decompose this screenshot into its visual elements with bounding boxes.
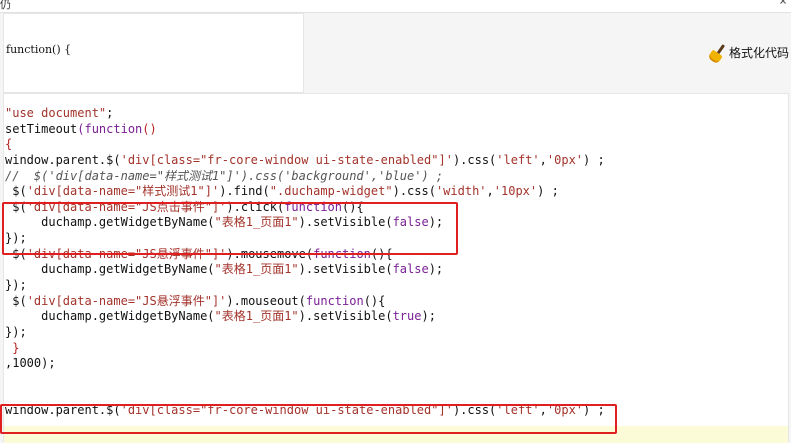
code-token: duchamp.getWidgetByName( <box>5 262 215 277</box>
code-token: ).css( <box>392 184 436 199</box>
window-title: 仍 <box>0 0 11 11</box>
code-token: ).css( <box>452 152 497 167</box>
code-token: duchamp.getWidgetByName( <box>5 309 215 324</box>
close-icon[interactable]: × <box>779 0 787 9</box>
code-token: $( <box>5 184 27 199</box>
code-line[interactable]: duchamp.getWidgetByName("表格1_页面1").setVi… <box>5 262 605 278</box>
code-line[interactable] <box>5 388 605 404</box>
code-line[interactable]: // $('div[data-name="样式测试1"]').css('back… <box>5 169 605 185</box>
code-line[interactable]: "use document"; <box>5 106 605 122</box>
broom-icon <box>707 43 726 65</box>
code-token: ".duchamp-widget" <box>269 184 393 199</box>
code-token: ); <box>428 262 444 277</box>
code-token: , <box>539 152 547 167</box>
code-line[interactable]: ,1000); <box>5 356 605 372</box>
code-token: (){ <box>363 293 386 308</box>
format-code-button[interactable]: 格式化代码 <box>707 42 790 65</box>
code-token: window.parent.$( <box>5 152 121 167</box>
highlight-box-window-css <box>0 404 617 434</box>
code-line[interactable]: } <box>5 341 605 357</box>
code-token: , <box>486 184 494 199</box>
code-token: "表格1_页面1" <box>214 309 299 324</box>
code-content[interactable]: "use document"; setTimeout(function(){win… <box>5 106 605 434</box>
code-token: 'div[data-name="JS悬浮事件"]' <box>26 293 227 308</box>
code-token: () <box>142 121 157 136</box>
code-line[interactable] <box>5 372 605 388</box>
code-token: setTimeout <box>5 121 78 136</box>
code-line[interactable]: duchamp.getWidgetByName("表格1_页面1").setVi… <box>5 309 605 325</box>
code-token: // $('div[data-name="样式测试1"]').css('back… <box>5 168 444 183</box>
code-line[interactable]: }); <box>5 325 605 341</box>
code-token: ) ; <box>537 184 559 199</box>
code-token: ) ; <box>583 152 605 167</box>
code-token: 'width' <box>435 184 487 199</box>
code-token: ,1000); <box>5 356 56 371</box>
code-token: } <box>5 340 20 355</box>
function-header-box: function() { <box>3 13 304 93</box>
code-token: }); <box>5 324 27 339</box>
code-line[interactable]: }); <box>5 278 605 294</box>
code-token: (function <box>77 121 143 136</box>
code-token: "use document" <box>5 106 107 120</box>
code-line[interactable]: $('div[data-name="JS悬浮事件"]').mouseout(fu… <box>5 294 605 310</box>
code-token: ).setVisible( <box>298 309 393 324</box>
code-token: ).mouseout( <box>226 293 306 308</box>
code-token: ).find( <box>219 184 270 199</box>
code-token: 'div[data-name="样式测试1"]' <box>26 184 220 199</box>
code-token: ); <box>421 309 436 324</box>
code-token: { <box>5 137 13 152</box>
code-line[interactable]: setTimeout(function() <box>5 122 605 138</box>
code-token: }); <box>5 278 27 293</box>
code-editor[interactable]: "use document"; setTimeout(function(){win… <box>3 93 789 443</box>
title-bar: 仍 × <box>0 0 791 13</box>
code-token: ; <box>106 106 114 120</box>
code-token: 'left' <box>496 152 540 167</box>
code-line[interactable]: { <box>5 137 605 153</box>
format-code-label: 格式化代码 <box>729 45 790 60</box>
code-token: $( <box>5 293 27 308</box>
code-token: function <box>305 293 364 308</box>
code-token: false <box>392 262 429 277</box>
code-token: "表格1_页面1" <box>214 262 299 277</box>
highlight-box-click-event <box>2 202 458 255</box>
code-token: '0px' <box>546 152 584 167</box>
code-token: 'div[class="fr-core-window ui-state-enab… <box>120 152 453 167</box>
code-line[interactable]: window.parent.$('div[class="fr-core-wind… <box>5 153 605 169</box>
code-token: '10px' <box>493 184 538 199</box>
code-line[interactable]: $('div[data-name="样式测试1"]').find(".ducha… <box>5 184 605 200</box>
code-token: ).setVisible( <box>298 262 393 277</box>
function-signature: function() { <box>6 43 72 56</box>
code-token: true <box>392 309 422 324</box>
